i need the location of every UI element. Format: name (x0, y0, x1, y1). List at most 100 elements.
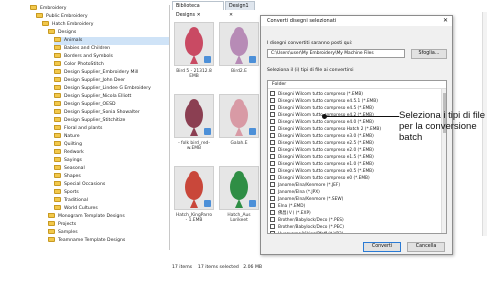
checkbox[interactable] (270, 161, 275, 166)
file-type-item[interactable]: Disegni Wilcom tutto compreso e1.5 (*.EM… (270, 154, 374, 161)
file-type-item[interactable]: Brother/Babylock/Deco (*.PES) (270, 217, 344, 224)
file-type-item[interactable]: Disegni Wilcom tutto compreso e4.5 (*.EM… (270, 105, 374, 112)
tree-item[interactable]: Design Supplier_John Deer (54, 77, 169, 85)
file-type-item[interactable]: Husqvarna/Viking/Pfaff (*.VP3) (270, 231, 343, 233)
file-type-item[interactable]: Elna (*.EMD) (270, 203, 305, 210)
checkbox[interactable] (270, 105, 275, 110)
tree-item[interactable]: Designs (48, 29, 169, 37)
tree-item[interactable]: Embroidery (30, 5, 169, 13)
tree-item[interactable]: Borders and Symbols (54, 53, 169, 61)
checkbox[interactable] (270, 189, 275, 194)
tree-item[interactable]: Design Supplier_Stitchitize (54, 117, 169, 125)
tab-biblioteca-designs[interactable]: Biblioteca Designs ✕ (172, 1, 224, 18)
file-type-item[interactable]: Disegni Wilcom tutto compreso e4.0 (*.EM… (270, 119, 374, 126)
tab-design1[interactable]: Design1 ✕ (225, 1, 255, 18)
tree-item[interactable]: Nature (54, 133, 169, 141)
file-type-item[interactable]: Disegni Wilcom tutto compreso e2.5 (*.EM… (270, 140, 374, 147)
tree-item[interactable]: Teamname Template Designs (48, 237, 169, 245)
design-thumbnail[interactable]: Galah.E (219, 94, 259, 146)
tree-item-label: Traditional (64, 198, 88, 203)
tree-item[interactable]: Seasonal (54, 165, 169, 173)
design-thumbnail[interactable]: Bird2.E (219, 22, 259, 74)
checkbox[interactable] (270, 210, 275, 215)
file-type-item[interactable]: Disegni Wilcom tutto compreso e4.5.1 (*.… (270, 98, 378, 105)
checkbox[interactable] (270, 126, 275, 131)
tree-item[interactable]: Quilting (54, 141, 169, 149)
file-type-item[interactable]: Disegni Wilcom tutto compreso e0 (*.EMB) (270, 175, 370, 182)
tree-item[interactable]: Animals (54, 37, 169, 45)
tree-item[interactable]: Monogram Template Designs (48, 213, 169, 221)
cancel-button[interactable]: Cancella (407, 242, 445, 252)
checkbox[interactable] (270, 182, 275, 187)
tree-item[interactable]: Design Supplier_Embroidery Mill (54, 69, 169, 77)
close-icon[interactable]: ✕ (443, 16, 448, 26)
design-thumbnail[interactable]: Bird 5 - 21312.8 EMB (174, 22, 214, 79)
file-type-label: Janome/Elna/Kenmore (*.SEW) (278, 197, 344, 202)
file-type-item[interactable]: Janome/Elna/Kenmore (*.JEF) (270, 182, 340, 189)
checkbox[interactable] (270, 140, 275, 145)
design-thumbnail[interactable]: - folk bird_red-w.EMB (174, 94, 214, 151)
tree-item[interactable]: Shapes (54, 173, 169, 181)
tree-item[interactable]: Color PhotoStitch (54, 61, 169, 69)
checkbox[interactable] (270, 224, 275, 229)
tree-item[interactable]: Public Embroidery (36, 13, 169, 21)
file-type-item[interactable]: Brother/Babylock/Deco (*.PEC) (270, 224, 344, 231)
tree-item[interactable]: Special Occasions (54, 181, 169, 189)
file-type-item[interactable]: Disegni Wilcom tutto compreso Hatch 2 (*… (270, 126, 381, 133)
file-type-label: 佛昌(Ｖ) (*.EXP) (278, 211, 311, 216)
tree-item[interactable]: Projects (48, 221, 169, 229)
tree-item[interactable]: Design Supplier_Nicola Elliott (54, 93, 169, 101)
file-type-item[interactable]: Janome/Elna (*.JPX) (270, 189, 320, 196)
checkbox[interactable] (270, 119, 275, 124)
tree-item[interactable]: Traditional (54, 197, 169, 205)
convert-button[interactable]: Converti (363, 242, 401, 252)
design-thumbnail[interactable]: Hatch_Aus Lorikeet (219, 166, 259, 223)
tree-item[interactable]: Redwork (54, 149, 169, 157)
thumbnail-label: Bird2.E (231, 69, 247, 74)
tree-item[interactable]: Samples (48, 229, 169, 237)
checkbox[interactable] (270, 133, 275, 138)
tree-item-label: Design Supplier_Stitchitize (64, 118, 126, 123)
file-type-label: Disegni Wilcom tutto compreso e2.5 (*.EM… (278, 141, 374, 146)
checkbox[interactable] (270, 154, 275, 159)
checkbox[interactable] (270, 168, 275, 173)
file-type-item[interactable]: Disegni Wilcom tutto compreso e3.0 (*.EM… (270, 133, 374, 140)
tree-item[interactable]: Design Supplier_Sonia Showalter (54, 109, 169, 117)
file-type-label: Brother/Babylock/Deco (*.PES) (278, 218, 344, 223)
checkbox[interactable] (270, 196, 275, 201)
list-header: Folder (268, 81, 446, 89)
folder-icon (36, 13, 43, 18)
tree-item[interactable]: Sayings (54, 157, 169, 165)
folder-icon (48, 221, 55, 226)
browse-button[interactable]: Sfoglia... (411, 49, 447, 59)
tree-item[interactable]: Design Supplier_Lindee G Embroidery (54, 85, 169, 93)
design-thumbnail[interactable]: Hatch_KingParro - 1.EMB (174, 166, 214, 223)
tree-item[interactable]: Hatch Embroidery (42, 21, 169, 29)
file-type-item[interactable]: Janome/Elna/Kenmore (*.SEW) (270, 196, 343, 203)
tree-item[interactable]: World Cultures (54, 205, 169, 213)
emb-badge-icon (249, 56, 256, 63)
tree-item-label: Projects (58, 222, 77, 227)
file-type-item[interactable]: Disegni Wilcom tutto compreso e2.0 (*.EM… (270, 147, 374, 154)
path-input[interactable]: C:\Users\user\My Embroidery\My Machine F… (267, 49, 405, 58)
folder-icon (54, 45, 61, 50)
checkbox[interactable] (270, 175, 275, 180)
checkbox[interactable] (270, 98, 275, 103)
file-type-item[interactable]: Disegni Wilcom tutto compreso e0.5 (*.EM… (270, 168, 374, 175)
file-type-item[interactable]: 佛昌(Ｖ) (*.EXP) (270, 210, 311, 217)
file-type-item[interactable]: Disegni Wilcom tutto compreso (*.EMB) (270, 91, 363, 98)
tree-item[interactable]: Sports (54, 189, 169, 197)
checkbox[interactable] (270, 231, 275, 233)
checkbox[interactable] (270, 203, 275, 208)
folder-icon (54, 53, 61, 58)
checkbox[interactable] (270, 91, 275, 96)
checkbox[interactable] (270, 147, 275, 152)
checkbox[interactable] (270, 217, 275, 222)
checkbox[interactable] (270, 112, 275, 117)
file-type-label: Janome/Elna/Kenmore (*.JEF) (278, 183, 341, 188)
tree-item[interactable]: Babies and Children (54, 45, 169, 53)
path-label: I disegni convertiti saranno posti qui: (267, 41, 353, 46)
file-type-item[interactable]: Disegni Wilcom tutto compreso e1.0 (*.EM… (270, 161, 374, 168)
tree-item[interactable]: Floral and plants (54, 125, 169, 133)
tree-item[interactable]: Design Supplier_OESD (54, 101, 169, 109)
